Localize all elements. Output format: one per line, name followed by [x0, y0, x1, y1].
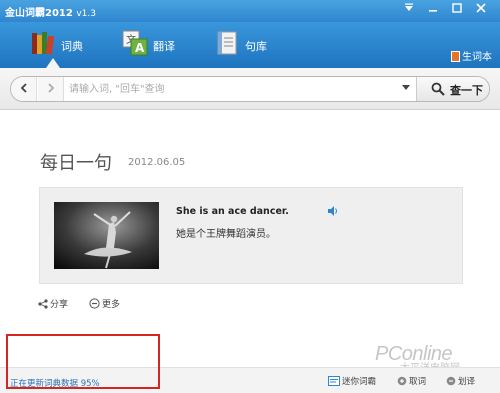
menu-down-icon[interactable] [400, 2, 418, 18]
highlight-box [6, 334, 160, 389]
search-icon [431, 82, 445, 96]
app-name: 金山词霸2012 [5, 8, 73, 19]
app-version: v1.3 [76, 9, 96, 19]
mini-dict-label: 迷你词霸 [342, 377, 377, 387]
wordbook-icon [451, 51, 460, 62]
search-box: 查一下 [10, 76, 490, 102]
translate-icon: 文 A [122, 30, 148, 56]
active-tab-indicator [46, 58, 60, 68]
tab-dictionary-label: 词典 [61, 40, 83, 53]
history-dropdown-icon[interactable] [402, 85, 410, 90]
pick-word-toggle[interactable]: 取词 [397, 375, 426, 387]
more-label: 更多 [102, 300, 121, 310]
wordbook-link[interactable]: 生词本 [451, 48, 492, 63]
tab-bar: 词典 文 A 翻译 句库 生词本 [0, 22, 500, 68]
share-icon [38, 299, 48, 309]
title-bar: 金山词霸2012 v1.3 [0, 0, 500, 22]
more-icon [89, 298, 100, 309]
select-translate-icon [446, 376, 456, 386]
search-bar: 查一下 [0, 68, 500, 110]
sentence-english: She is an ace dancer. [176, 206, 289, 217]
select-translate-label: 划译 [458, 377, 476, 387]
chevron-right-icon [47, 83, 54, 93]
forward-button[interactable] [38, 77, 64, 101]
back-button[interactable] [11, 77, 37, 101]
tab-translate-label: 翻译 [153, 40, 175, 53]
mini-dict-button[interactable]: 迷你词霸 [328, 375, 376, 387]
select-translate-toggle[interactable]: 划译 [446, 375, 475, 387]
books-icon [32, 32, 55, 55]
main-content: 每日一句 2012.06.05 She is an ace dancer. 她是… [0, 111, 500, 367]
app-title: 金山词霸2012 v1.3 [5, 4, 96, 19]
pick-word-label: 取词 [409, 377, 427, 387]
sentence-chinese: 她是个王牌舞蹈演员。 [176, 229, 276, 240]
speaker-icon[interactable] [327, 205, 339, 217]
search-button[interactable]: 查一下 [416, 77, 489, 101]
share-button[interactable]: 分享 [38, 297, 68, 310]
mini-icon [328, 376, 340, 386]
daily-sentence-date: 2012.06.05 [128, 157, 186, 168]
close-icon[interactable] [472, 2, 490, 18]
dancer-photo [54, 202, 159, 269]
pick-word-icon [397, 376, 407, 386]
daily-sentence-card: She is an ace dancer. 她是个王牌舞蹈演员。 [39, 187, 463, 284]
share-label: 分享 [50, 300, 69, 310]
sentence-book-icon [217, 31, 237, 55]
daily-sentence-title: 每日一句 [40, 153, 112, 174]
minimize-icon[interactable] [424, 2, 442, 18]
svg-text:A: A [135, 41, 145, 55]
search-input[interactable] [69, 80, 399, 98]
tab-sentences-label: 句库 [245, 40, 267, 53]
chevron-left-icon [20, 83, 27, 93]
maximize-icon[interactable] [448, 2, 466, 18]
more-button[interactable]: 更多 [89, 297, 120, 310]
search-button-label: 查一下 [450, 84, 483, 97]
wordbook-label: 生词本 [462, 52, 492, 63]
